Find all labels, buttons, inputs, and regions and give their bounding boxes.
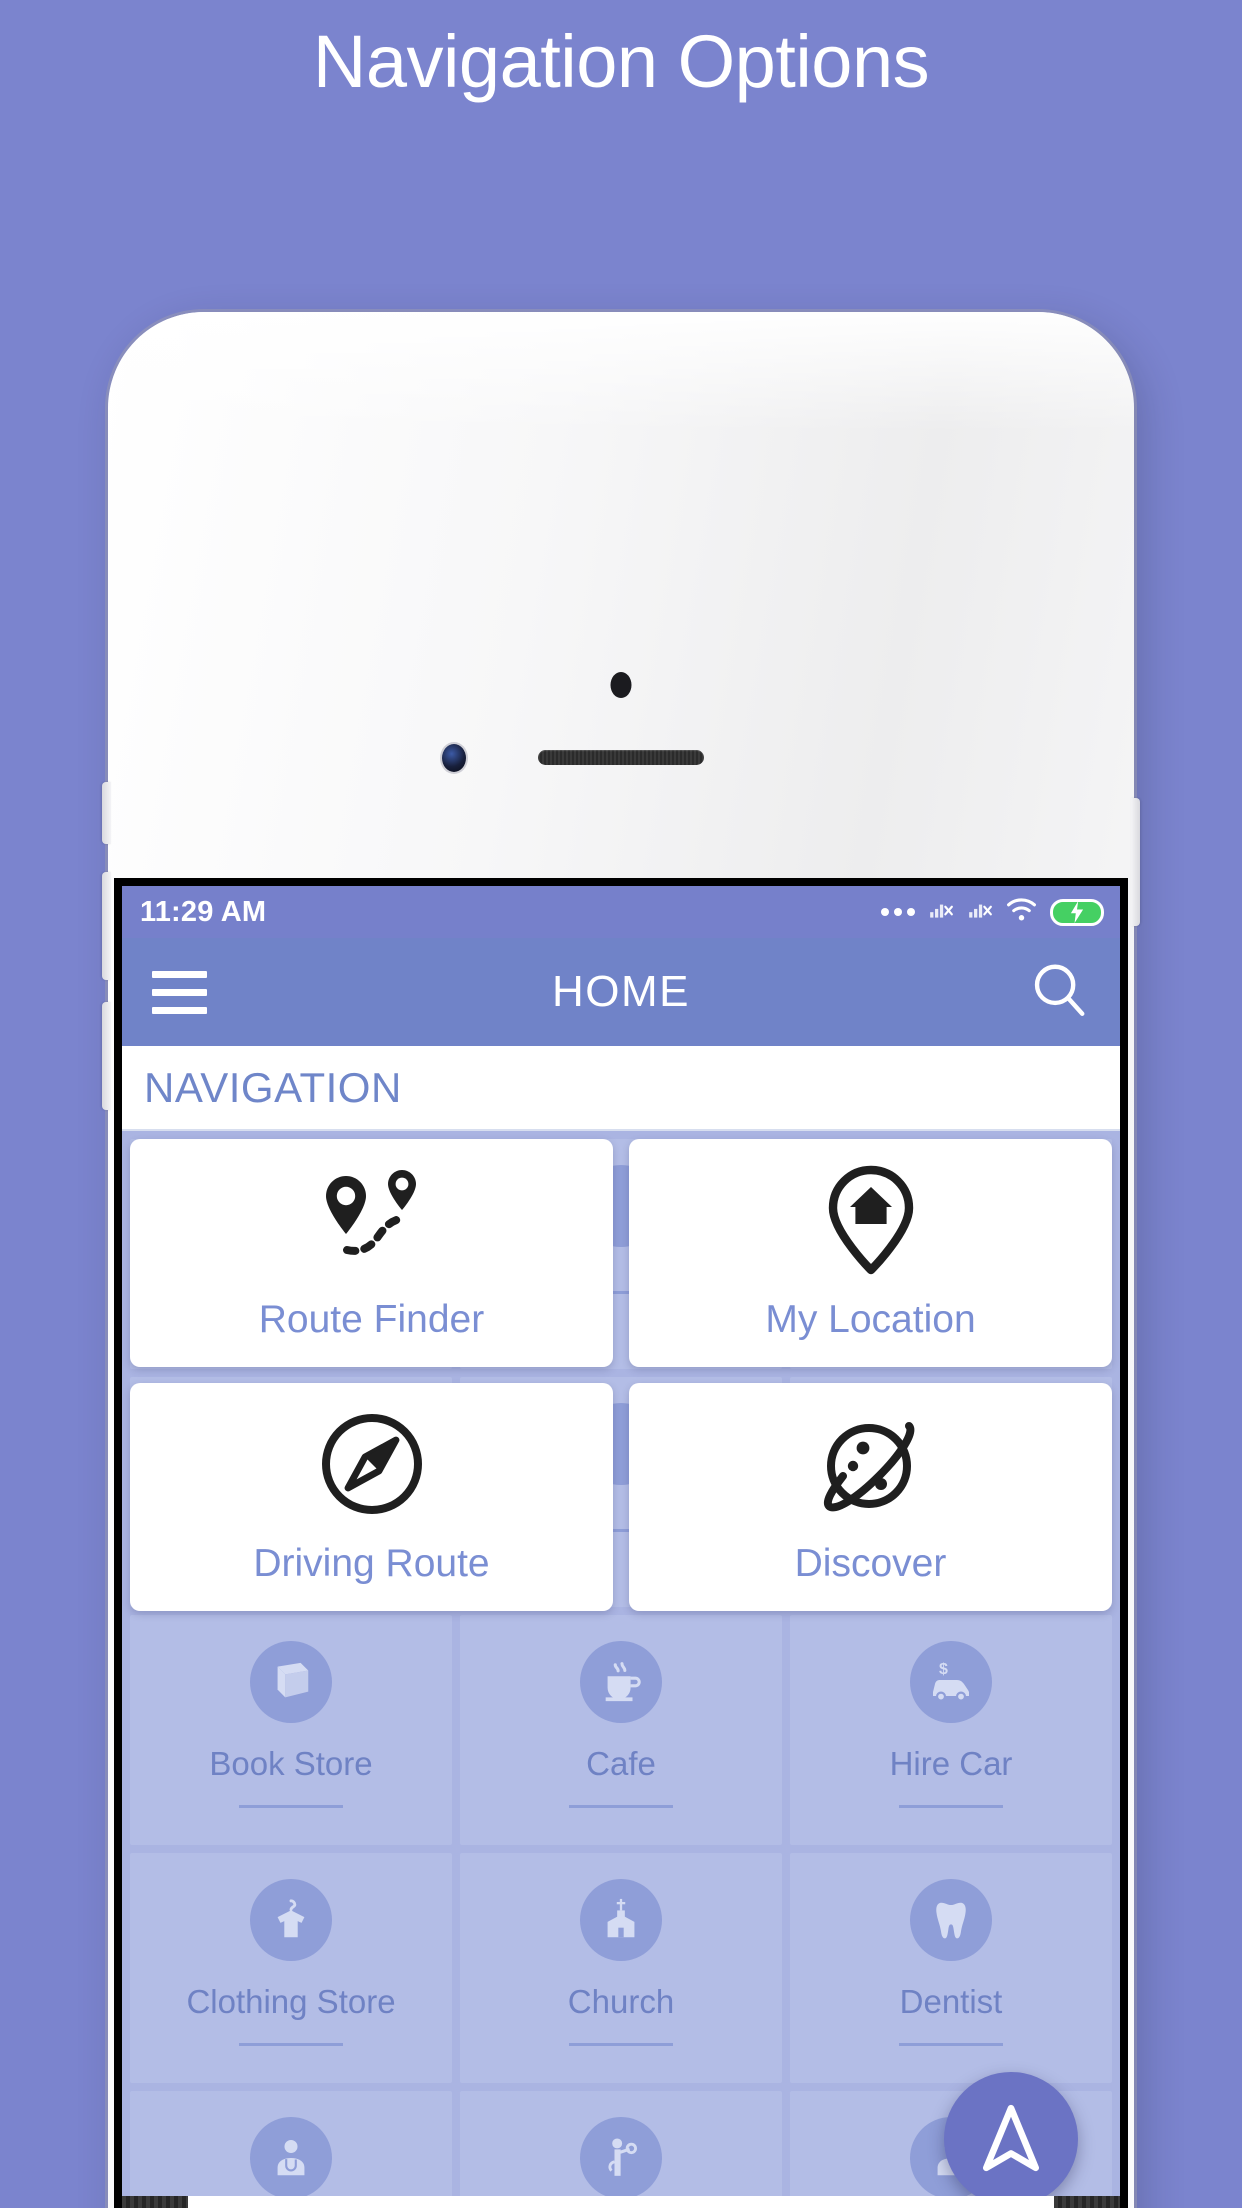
shirt-hanger-icon <box>250 1879 332 1961</box>
section-header-label: NAVIGATION <box>144 1063 402 1111</box>
navigation-card-grid: Route Finder My Location Driving Route D… <box>130 1139 1112 1611</box>
nav-card-driving-route[interactable]: Driving Route <box>130 1383 613 1611</box>
wifi-icon <box>1006 897 1037 928</box>
nav-card-discover[interactable]: Discover <box>629 1383 1112 1611</box>
grid-item-hire-car[interactable]: $ Hire Car <box>790 1615 1112 1845</box>
navigate-fab-button[interactable] <box>944 2072 1078 2206</box>
volume-up-button[interactable] <box>102 872 111 980</box>
grid-item-book-store[interactable]: Book Store <box>130 1615 452 1845</box>
hamburger-menu-icon[interactable] <box>152 970 207 1014</box>
grid-item-doctor[interactable] <box>130 2091 452 2208</box>
search-icon[interactable] <box>1028 959 1090 1026</box>
svg-text:$: $ <box>939 1661 948 1678</box>
grid-item-label: Cafe <box>586 1745 656 1782</box>
ad-content[interactable]: Nice job! This a 320x50 test ad. <box>188 2196 1054 2208</box>
divider <box>569 2043 673 2046</box>
power-button[interactable] <box>1131 798 1140 926</box>
app-toolbar: HOME <box>122 938 1120 1046</box>
volume-down-button[interactable] <box>102 1002 111 1110</box>
coffee-cup-icon <box>580 1641 662 1723</box>
tooth-icon <box>910 1879 992 1961</box>
ad-banner[interactable]: Nice job! This a 320x50 test ad. <box>122 2196 1120 2208</box>
earpiece-speaker-icon <box>538 750 704 765</box>
compass-icon <box>318 1408 426 1520</box>
grid-item-church[interactable]: Church <box>460 1853 782 2083</box>
grid-item-electrician[interactable] <box>460 2091 782 2208</box>
car-dollar-icon: $ <box>910 1641 992 1723</box>
app-bar-title: HOME <box>552 967 690 1016</box>
proximity-sensor-icon <box>610 672 632 698</box>
planet-icon <box>817 1408 925 1520</box>
nav-card-my-location[interactable]: My Location <box>629 1139 1112 1367</box>
status-bar-icons <box>881 897 1104 928</box>
nav-card-route-finder[interactable]: Route Finder <box>130 1139 613 1367</box>
content-area: Book Store Cafe $ Hire Car Clothing Stor… <box>122 1131 1120 2208</box>
speaker-grill-left <box>122 2196 188 2208</box>
nav-card-label: Route Finder <box>258 1298 485 1341</box>
grid-item-label: Book Store <box>209 1745 373 1782</box>
divider <box>239 1805 343 1808</box>
navigation-arrow-icon <box>983 2104 1039 2172</box>
signal-no-sim-icon <box>928 897 954 928</box>
front-camera-icon <box>442 744 466 772</box>
grid-item-label: Clothing Store <box>186 1983 396 2020</box>
route-pins-icon <box>314 1164 430 1276</box>
signal-no-sim-icon <box>967 897 993 928</box>
divider <box>569 1805 673 1808</box>
divider <box>239 2043 343 2046</box>
divider <box>899 1805 1003 1808</box>
divider <box>899 2043 1003 2046</box>
section-header: NAVIGATION <box>122 1046 1120 1131</box>
screen-bezel: 11:29 AM HOME NAVIGATION Book Store Cafe… <box>114 878 1128 2208</box>
book-icon <box>250 1641 332 1723</box>
grid-item-clothing-store[interactable]: Clothing Store <box>130 1853 452 2083</box>
status-bar: 11:29 AM <box>122 886 1120 938</box>
nav-card-label: Discover <box>794 1542 947 1585</box>
battery-charging-icon <box>1050 898 1104 926</box>
grid-item-label: Hire Car <box>889 1745 1013 1782</box>
grid-item-cafe[interactable]: Cafe <box>460 1615 782 1845</box>
church-icon <box>580 1879 662 1961</box>
electrician-icon <box>580 2117 662 2199</box>
app-screen: 11:29 AM HOME NAVIGATION Book Store Cafe… <box>122 886 1120 2208</box>
more-dots-icon <box>881 908 915 916</box>
grid-item-dentist[interactable]: Dentist <box>790 1853 1112 2083</box>
doctor-icon <box>250 2117 332 2199</box>
mute-switch-button[interactable] <box>102 782 111 844</box>
grid-item-label: Church <box>567 1983 675 2020</box>
grid-item-label: Dentist <box>899 1983 1003 2020</box>
home-location-pin-icon <box>825 1164 917 1276</box>
speaker-grill-right <box>1054 2196 1120 2208</box>
phone-mockup: 11:29 AM HOME NAVIGATION Book Store Cafe… <box>102 312 1140 2208</box>
nav-card-label: My Location <box>765 1298 976 1341</box>
nav-card-label: Driving Route <box>253 1542 490 1585</box>
page-title: Navigation Options <box>312 20 930 103</box>
status-bar-clock: 11:29 AM <box>140 895 267 928</box>
